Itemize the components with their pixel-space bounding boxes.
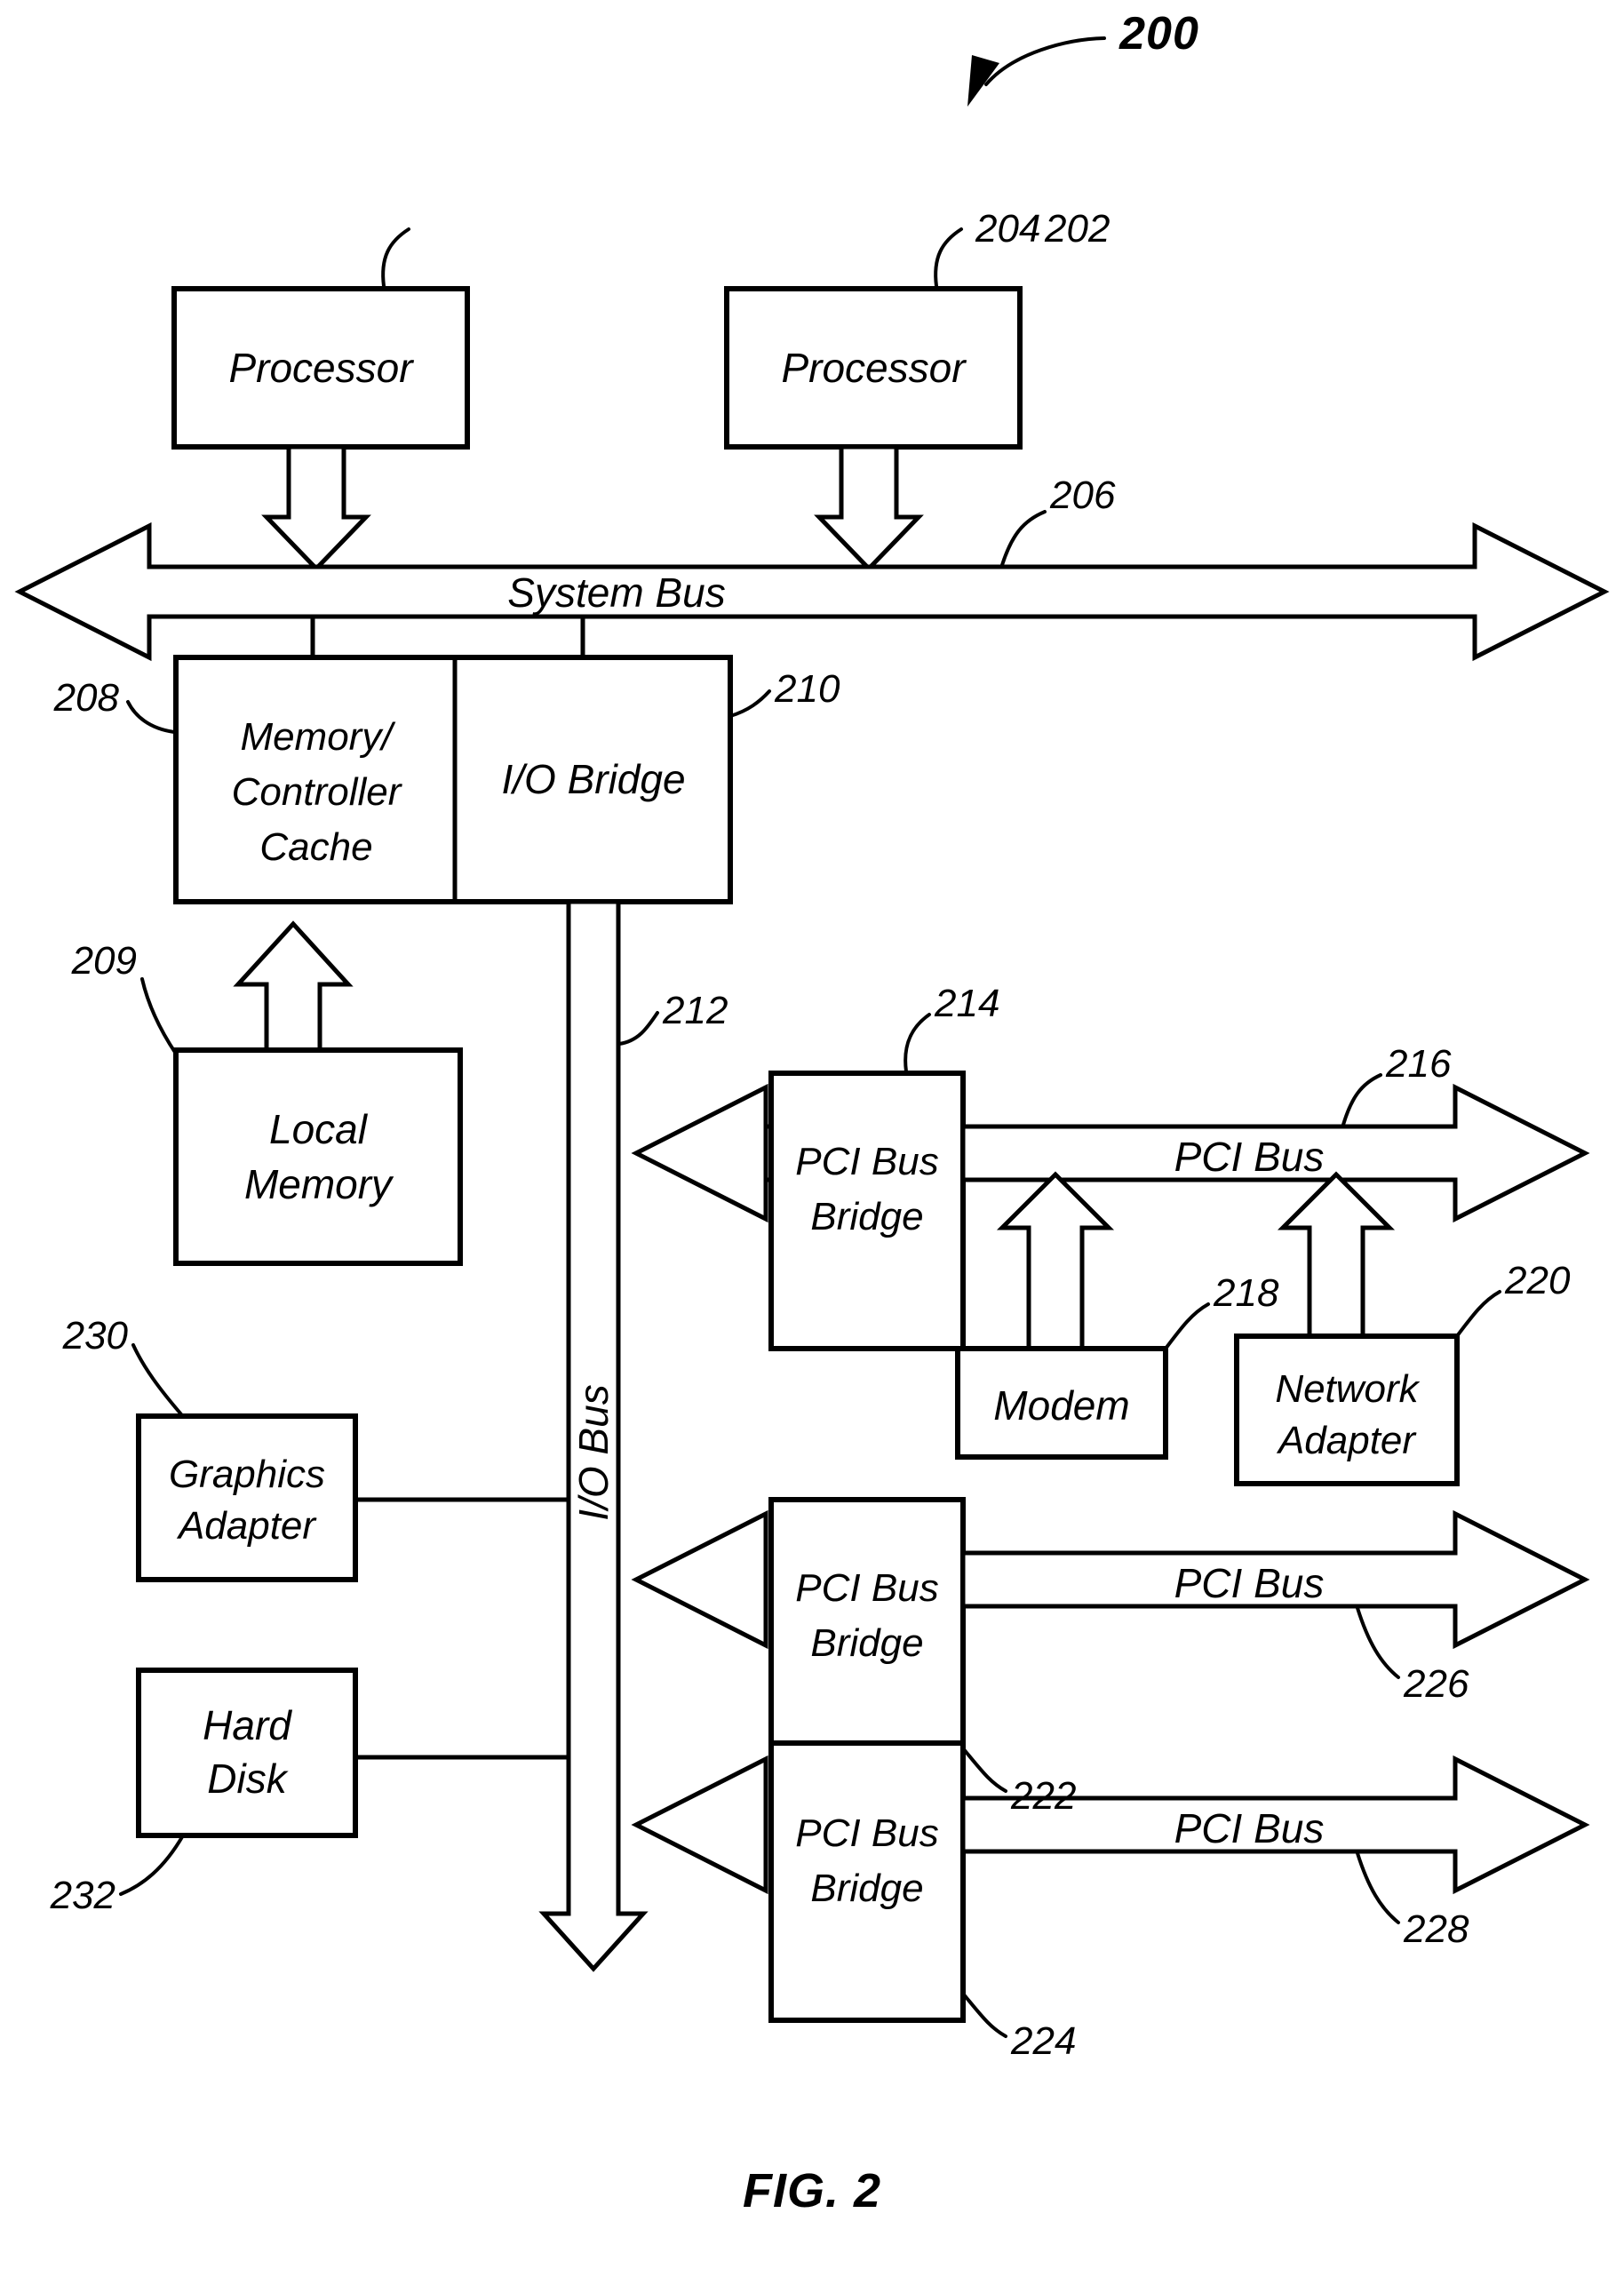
io-bus-leader	[617, 1011, 659, 1046]
processor-2-leader	[934, 227, 963, 288]
network-adapter-line-2: Adapter	[1276, 1419, 1417, 1462]
ref-226: 226	[1403, 1662, 1469, 1706]
ref-216: 216	[1385, 1042, 1452, 1086]
local-memory-line-2: Memory	[244, 1161, 394, 1207]
network-adapter-to-pci-arrow	[1277, 1171, 1396, 1339]
ref-218: 218	[1213, 1271, 1279, 1315]
pci-bridge-2-line-1: PCI Bus	[795, 1566, 938, 1610]
pci-bridge-2-leader	[961, 1747, 1007, 1793]
ref-202: 202	[1044, 207, 1110, 251]
ref-206: 206	[1049, 474, 1116, 517]
pci-bus-3-label: PCI Bus	[1174, 1805, 1325, 1851]
pci-bridge-3-leader	[961, 1992, 1007, 2038]
ref-230: 230	[62, 1314, 129, 1357]
ref-209: 209	[71, 939, 137, 983]
processor-1-leader	[381, 227, 410, 288]
ref-220: 220	[1504, 1259, 1571, 1302]
pci-bridge-1-left-arrow-head	[631, 1083, 768, 1223]
io-bus-label: I/O Bus	[570, 1384, 617, 1520]
ref-222: 222	[1010, 1774, 1076, 1818]
graphics-adapter-line-2: Adapter	[176, 1504, 317, 1548]
pci-bridge-3-left-arrow-head	[631, 1755, 768, 1895]
modem-to-pci-arrow	[996, 1171, 1115, 1351]
network-adapter-line-1: Network	[1275, 1367, 1420, 1411]
pci-bridge-2-line-2: Bridge	[810, 1621, 923, 1665]
memory-line-3: Cache	[259, 825, 372, 869]
pci-bridge-1-line-2: Bridge	[810, 1195, 923, 1238]
hard-disk-line-2: Disk	[207, 1755, 288, 1802]
system-ref-leader	[967, 36, 1106, 107]
modem-label: Modem	[993, 1382, 1129, 1429]
memory-line-1: Memory/	[240, 715, 395, 759]
local-memory-line-1: Local	[269, 1106, 369, 1152]
local-memory-to-controller-arrow	[233, 920, 354, 1053]
local-memory-leader	[140, 977, 178, 1055]
patent-figure-2: 200 202 Processor 204 204 Processor 206 …	[0, 0, 1624, 2269]
io-bridge-leader	[728, 689, 771, 718]
pci-bridge-3-line-1: PCI Bus	[795, 1811, 938, 1855]
io-bridge-label: I/O Bridge	[501, 756, 685, 802]
pci-bridge-3-line-2: Bridge	[810, 1867, 923, 1910]
pci-bus-3-leader	[1356, 1851, 1400, 1924]
ref-224: 224	[1010, 2019, 1076, 2063]
pci-bus-1-leader	[1341, 1073, 1382, 1127]
ref-212: 212	[662, 989, 728, 1032]
figure-caption: FIG. 2	[743, 2164, 881, 2217]
processor-1-to-bus-arrow	[261, 444, 371, 572]
system-bus-label: System Bus	[507, 569, 725, 616]
memory-controller-leader	[126, 700, 176, 734]
ref-204-text: 204	[975, 207, 1040, 251]
figure-canvas: 200 202 Processor 204 204 Processor 206 …	[14, 8, 1610, 2217]
system-ref-200: 200	[1118, 8, 1199, 60]
hard-disk-line-1: Hard	[203, 1702, 292, 1748]
processor-2-label: Processor	[781, 345, 967, 391]
graphics-adapter-line-1: Graphics	[169, 1453, 325, 1496]
ref-228: 228	[1403, 1907, 1469, 1951]
ref-232: 232	[50, 1874, 115, 1917]
system-bus-arrow	[14, 521, 1610, 662]
system-bus-leader	[1000, 510, 1047, 567]
modem-leader	[1164, 1302, 1210, 1350]
local-memory-box	[173, 1047, 463, 1266]
ref-208: 208	[53, 676, 120, 720]
pci-bridge-1-leader	[904, 1013, 931, 1073]
pci-bus-1-label: PCI Bus	[1174, 1134, 1325, 1180]
hard-disk-box	[136, 1668, 358, 1838]
memory-line-2: Controller	[232, 770, 403, 814]
graphics-adapter-leader	[131, 1343, 183, 1416]
processor-2-to-bus-arrow	[814, 444, 924, 572]
graphics-adapter-box	[136, 1413, 358, 1582]
processor-1-label: Processor	[228, 345, 414, 391]
pci-bus-2-leader	[1356, 1606, 1400, 1679]
pci-bridge-1-line-1: PCI Bus	[795, 1140, 938, 1183]
network-adapter-leader	[1455, 1290, 1501, 1338]
ref-210: 210	[774, 667, 840, 711]
pci-bridge-2-left-arrow-head	[631, 1509, 768, 1650]
pci-bus-2-label: PCI Bus	[1174, 1560, 1325, 1606]
ref-214: 214	[934, 982, 999, 1025]
hard-disk-leader	[119, 1834, 185, 1896]
